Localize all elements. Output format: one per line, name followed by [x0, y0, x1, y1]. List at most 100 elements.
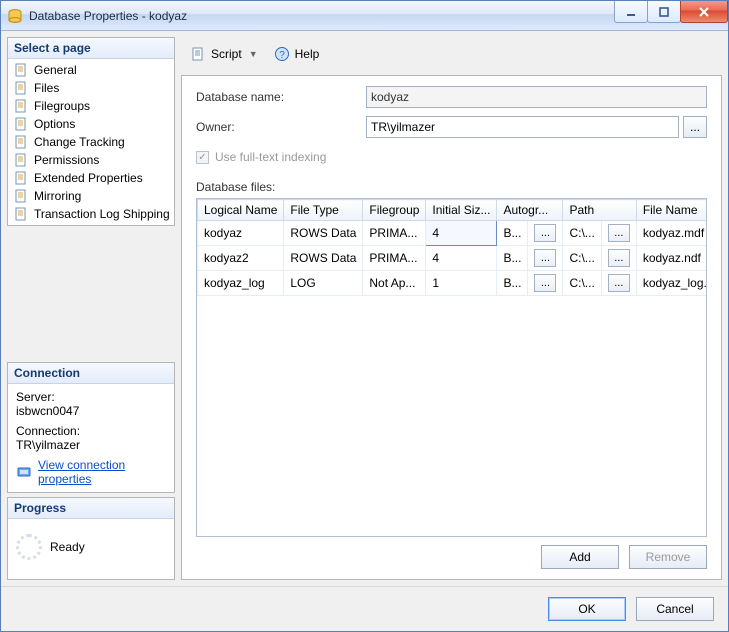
nav-item-extended-properties[interactable]: Extended Properties [10, 169, 172, 187]
cell-filegroup[interactable]: PRIMA... [363, 246, 426, 271]
script-button[interactable]: Script ▼ [185, 43, 265, 65]
progress-header: Progress [8, 498, 174, 519]
remove-button: Remove [629, 545, 707, 569]
nav-item-general[interactable]: General [10, 61, 172, 79]
cell-logical[interactable]: kodyaz_log [198, 271, 284, 296]
nav-item-label: Extended Properties [34, 171, 143, 185]
cell-logical[interactable]: kodyaz2 [198, 246, 284, 271]
server-value: isbwcn0047 [16, 404, 166, 418]
nav-item-label: Permissions [34, 153, 99, 167]
ellipsis-button[interactable]: ... [608, 249, 630, 267]
cell-autogrow[interactable]: B... [497, 271, 528, 296]
dbfiles-label: Database files: [196, 180, 707, 194]
script-label: Script [211, 47, 242, 61]
col-filetype[interactable]: File Type [284, 200, 363, 221]
nav-item-change-tracking[interactable]: Change Tracking [10, 133, 172, 151]
owner-browse-button[interactable]: ... [683, 116, 707, 138]
titlebar[interactable]: Database Properties - kodyaz [1, 1, 728, 31]
col-initsize[interactable]: Initial Siz... [426, 200, 497, 221]
owner-label: Owner: [196, 120, 366, 134]
cell-filegroup[interactable]: PRIMA... [363, 221, 426, 246]
cell-autogrow-btn[interactable]: ... [528, 246, 563, 271]
cell-filetype[interactable]: ROWS Data [284, 221, 363, 246]
ellipsis-button[interactable]: ... [608, 224, 630, 242]
table-row[interactable]: kodyaz2ROWS DataPRIMA...4B...... C:\.....… [198, 246, 708, 271]
ellipsis-button[interactable]: ... [534, 224, 556, 242]
cell-initsize[interactable]: 1 [426, 271, 497, 296]
cell-path-btn[interactable]: ... [601, 246, 636, 271]
help-icon: ? [274, 46, 290, 62]
ok-button[interactable]: OK [548, 597, 626, 621]
cell-path[interactable]: C:\... [563, 271, 601, 296]
cell-autogrow[interactable]: B... [497, 246, 528, 271]
close-button[interactable] [680, 1, 728, 23]
cell-logical[interactable]: kodyaz [198, 221, 284, 246]
nav-item-mirroring[interactable]: Mirroring [10, 187, 172, 205]
page-icon [13, 80, 29, 96]
connection-header: Connection [8, 363, 174, 384]
cell-filetype[interactable]: LOG [284, 271, 363, 296]
cell-path[interactable]: C:\... [563, 246, 601, 271]
nav-item-options[interactable]: Options [10, 115, 172, 133]
page-icon [13, 62, 29, 78]
cell-filename[interactable]: kodyaz_log.ldf [636, 271, 707, 296]
nav-item-filegroups[interactable]: Filegroups [10, 97, 172, 115]
page-icon [13, 116, 29, 132]
cell-path-btn[interactable]: ... [601, 221, 636, 246]
cancel-button[interactable]: Cancel [636, 597, 714, 621]
cell-autogrow[interactable]: B... [497, 221, 528, 246]
ellipsis-button[interactable]: ... [608, 274, 630, 292]
ellipsis-button[interactable]: ... [534, 249, 556, 267]
cell-filename[interactable]: kodyaz.ndf [636, 246, 707, 271]
server-label: Server: [16, 390, 166, 404]
table-row[interactable]: kodyaz_logLOGNot Ap...1B...... C:\...... k… [198, 271, 708, 296]
cell-path-btn[interactable]: ... [601, 271, 636, 296]
add-button[interactable]: Add [541, 545, 619, 569]
database-icon [7, 8, 23, 24]
cell-autogrow-btn[interactable]: ... [528, 271, 563, 296]
script-dropdown-icon[interactable]: ▼ [247, 49, 260, 59]
nav-item-label: Files [34, 81, 59, 95]
cell-filegroup[interactable]: Not Ap... [363, 271, 426, 296]
connection-value: TR\yilmazer [16, 438, 166, 452]
nav-item-label: General [34, 63, 77, 77]
select-page-panel: Select a page General Files Filegroups Opti… [7, 37, 175, 226]
ellipsis-button[interactable]: ... [534, 274, 556, 292]
database-files-grid[interactable]: Logical Name File Type Filegroup Initial… [196, 198, 707, 537]
cell-filetype[interactable]: ROWS Data [284, 246, 363, 271]
dialog-window: Database Properties - kodyaz Select a pa… [0, 0, 729, 632]
page-icon [13, 206, 29, 222]
cell-initsize[interactable]: 4 [426, 221, 497, 246]
nav-item-files[interactable]: Files [10, 79, 172, 97]
cell-initsize[interactable]: 4 [426, 246, 497, 271]
page-icon [13, 188, 29, 204]
col-autogrow[interactable]: Autogr... [497, 200, 563, 221]
view-connection-link[interactable]: View connection properties [38, 458, 166, 486]
progress-spinner-icon [16, 534, 42, 560]
fulltext-checkbox: ✓ [196, 151, 209, 164]
help-button[interactable]: ? Help [269, 43, 325, 65]
select-page-header: Select a page [8, 38, 174, 59]
page-icon [13, 134, 29, 150]
table-row[interactable]: kodyazROWS DataPRIMA...4B...... C:\......… [198, 221, 708, 246]
cell-autogrow-btn[interactable]: ... [528, 221, 563, 246]
col-filegroup[interactable]: Filegroup [363, 200, 426, 221]
col-filename[interactable]: File Name [636, 200, 707, 221]
connection-panel: Connection Server: isbwcn0047 Connection… [7, 362, 175, 493]
progress-value: Ready [50, 540, 85, 554]
cell-filename[interactable]: kodyaz.mdf [636, 221, 707, 246]
nav-item-transaction-log-shipping[interactable]: Transaction Log Shipping [10, 205, 172, 223]
col-logical[interactable]: Logical Name [198, 200, 284, 221]
nav-item-permissions[interactable]: Permissions [10, 151, 172, 169]
nav-item-label: Options [34, 117, 75, 131]
owner-input[interactable] [366, 116, 679, 138]
cell-path[interactable]: C:\... [563, 221, 601, 246]
maximize-button[interactable] [647, 1, 681, 23]
nav-item-label: Transaction Log Shipping [34, 207, 170, 221]
connection-label: Connection: [16, 424, 166, 438]
svg-text:?: ? [279, 50, 285, 61]
nav-item-label: Mirroring [34, 189, 81, 203]
col-path[interactable]: Path [563, 200, 636, 221]
nav-item-label: Change Tracking [34, 135, 125, 149]
minimize-button[interactable] [614, 1, 648, 23]
